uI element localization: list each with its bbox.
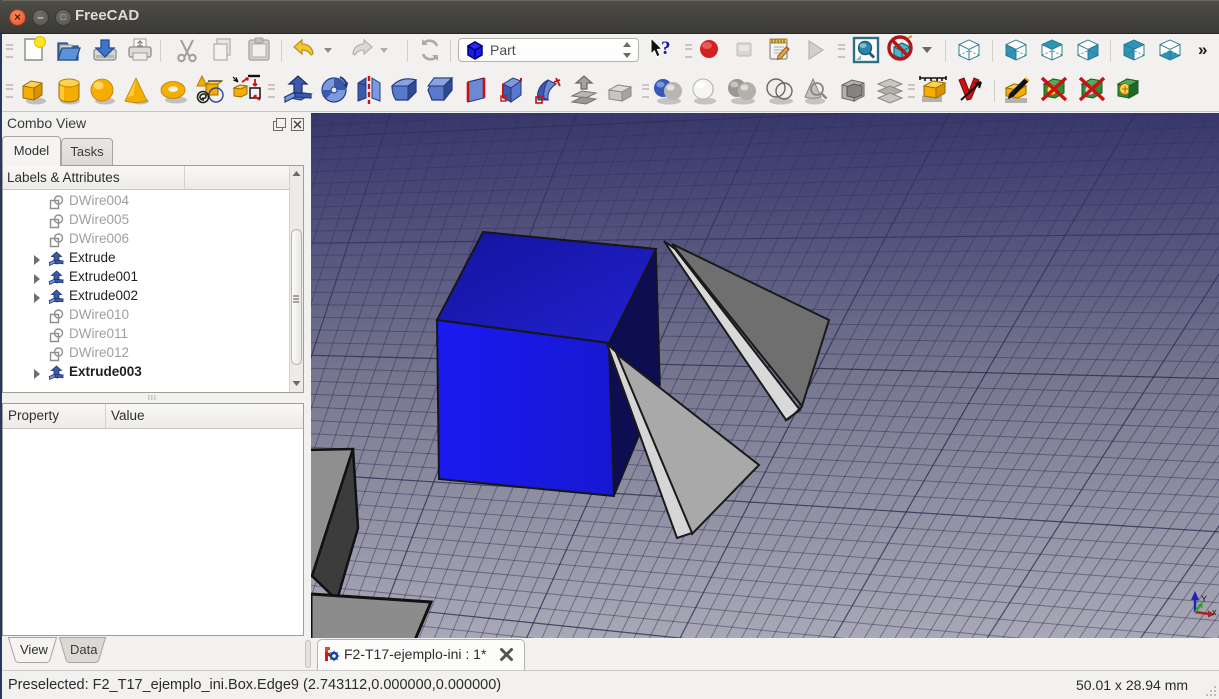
svg-text:?: ?	[661, 38, 671, 59]
svg-text:x: x	[1212, 607, 1217, 617]
svg-text:Y: Y	[1201, 594, 1207, 604]
svg-text:Data: Data	[70, 642, 98, 657]
svg-text:View: View	[20, 642, 49, 657]
